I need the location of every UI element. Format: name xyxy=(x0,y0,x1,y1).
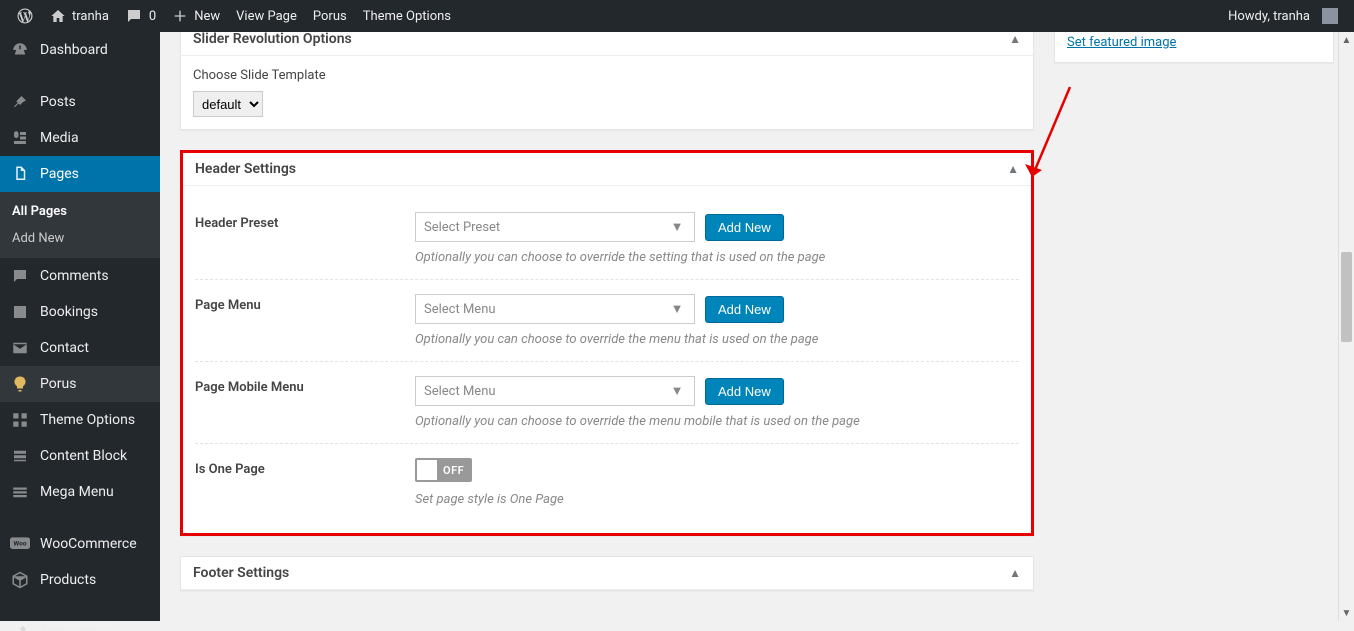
site-name[interactable]: tranha xyxy=(42,0,117,32)
sidebar-item-mega-menu[interactable]: Mega Menu xyxy=(0,474,160,510)
scrollbar-up-arrow[interactable]: ▲ xyxy=(1339,32,1354,48)
content-area: Slider Revolution Options ▲ Choose Slide… xyxy=(160,0,1354,631)
sidebar-item-media[interactable]: Media xyxy=(0,120,160,156)
new-label: New xyxy=(194,9,220,24)
chevron-down-icon: ▼ xyxy=(668,218,686,236)
howdy-label: Howdy, tranha xyxy=(1228,9,1310,24)
scrollbar-thumb[interactable] xyxy=(1341,252,1352,342)
sidebar-item-pages[interactable]: Pages xyxy=(0,156,160,192)
admin-sidebar: Dashboard Posts Media Pages All Pages Ad… xyxy=(0,32,160,621)
page-menu-label: Page Menu xyxy=(195,294,415,313)
toggle-off-label: OFF xyxy=(439,464,472,477)
set-featured-image-link[interactable]: Set featured image xyxy=(1067,35,1176,50)
one-page-desc: Set page style is One Page xyxy=(415,492,1019,507)
svg-text:Woo: Woo xyxy=(13,540,26,548)
calendar-icon xyxy=(10,302,30,322)
header-settings-header[interactable]: Header Settings ▲ xyxy=(183,153,1031,186)
submenu-all-pages[interactable]: All Pages xyxy=(0,198,160,225)
products-icon xyxy=(10,570,30,590)
plus-icon xyxy=(172,8,188,24)
chevron-down-icon: ▼ xyxy=(668,382,686,400)
sidebar-item-theme-options[interactable]: Theme Options xyxy=(0,402,160,438)
sidebar-item-products[interactable]: Products xyxy=(0,562,160,598)
mail-icon xyxy=(10,338,30,358)
collapse-icon: ▲ xyxy=(1009,32,1021,46)
page-mobile-menu-select[interactable]: Select Menu ▼ xyxy=(415,376,695,406)
collapse-icon: ▲ xyxy=(1009,566,1021,580)
pages-icon xyxy=(10,164,30,184)
one-page-toggle[interactable]: OFF xyxy=(415,458,472,482)
comments-count: 0 xyxy=(149,9,156,24)
page-menu-add-button[interactable]: Add New xyxy=(705,296,784,323)
page-menu-desc: Optionally you can choose to override th… xyxy=(415,332,1019,347)
sidebar-item-dashboard[interactable]: Dashboard xyxy=(0,32,160,68)
adminbar-theme-options[interactable]: Theme Options xyxy=(355,0,459,32)
media-icon xyxy=(10,128,30,148)
choose-slide-label: Choose Slide Template xyxy=(193,68,1021,83)
header-settings-title: Header Settings xyxy=(195,161,296,177)
pin-icon xyxy=(10,92,30,112)
is-one-page-row: Is One Page OFF Set page style is One Pa… xyxy=(195,444,1019,521)
footer-settings-box: Footer Settings ▲ xyxy=(180,556,1034,591)
comment-icon xyxy=(125,7,143,25)
header-settings-box: Header Settings ▲ Header Preset Select P… xyxy=(180,150,1034,536)
home-icon xyxy=(50,8,66,24)
grid-icon xyxy=(10,410,30,430)
page-menu-row: Page Menu Select Menu ▼ Add New Optional… xyxy=(195,280,1019,362)
wp-logo[interactable] xyxy=(8,0,42,32)
sidebar-item-bookings[interactable]: Bookings xyxy=(0,294,160,330)
footer-settings-title: Footer Settings xyxy=(193,565,289,581)
page-mobile-menu-add-button[interactable]: Add New xyxy=(705,378,784,405)
page-mobile-menu-row: Page Mobile Menu Select Menu ▼ Add New O… xyxy=(195,362,1019,444)
chevron-down-icon: ▼ xyxy=(668,300,686,318)
header-preset-row: Header Preset Select Preset ▼ Add New Op… xyxy=(195,198,1019,280)
slider-revolution-box: Slider Revolution Options ▲ Choose Slide… xyxy=(180,22,1034,130)
header-preset-add-button[interactable]: Add New xyxy=(705,214,784,241)
is-one-page-label: Is One Page xyxy=(195,458,415,477)
vertical-scrollbar[interactable]: ▲ ▼ xyxy=(1338,32,1354,621)
comments-icon xyxy=(10,266,30,286)
submenu-add-new[interactable]: Add New xyxy=(0,225,160,252)
scrollbar-down-arrow[interactable]: ▼ xyxy=(1339,605,1354,621)
slider-revolution-title: Slider Revolution Options xyxy=(193,31,352,47)
megamenu-icon xyxy=(10,482,30,502)
sidebar-item-comments[interactable]: Comments xyxy=(0,258,160,294)
new-content[interactable]: New xyxy=(164,0,228,32)
sidebar-item-content-block[interactable]: Content Block xyxy=(0,438,160,474)
sidebar-item-porus[interactable]: Porus xyxy=(0,366,160,402)
sidebar-item-woocommerce[interactable]: Woo WooCommerce xyxy=(0,526,160,562)
bulb-icon xyxy=(10,374,30,394)
my-account[interactable]: Howdy, tranha xyxy=(1220,0,1346,32)
sidebar-item-posts[interactable]: Posts xyxy=(0,84,160,120)
woo-icon: Woo xyxy=(10,534,30,554)
pages-submenu: All Pages Add New xyxy=(0,192,160,258)
page-mobile-menu-label: Page Mobile Menu xyxy=(195,376,415,395)
admin-bar: tranha 0 New View Page Porus Theme Optio… xyxy=(0,0,1354,32)
collapse-icon: ▲ xyxy=(1007,162,1019,176)
slide-template-select[interactable]: default xyxy=(193,91,263,117)
header-preset-label: Header Preset xyxy=(195,212,415,231)
site-name-label: tranha xyxy=(72,9,109,24)
sidebar-item-contact[interactable]: Contact xyxy=(0,330,160,366)
dashboard-icon xyxy=(10,40,30,60)
wordpress-icon xyxy=(16,7,34,25)
page-mobile-menu-desc: Optionally you can choose to override th… xyxy=(415,414,1019,429)
adminbar-view-page[interactable]: View Page xyxy=(228,0,305,32)
toggle-knob xyxy=(417,460,437,480)
avatar xyxy=(1322,8,1338,24)
page-menu-select[interactable]: Select Menu ▼ xyxy=(415,294,695,324)
header-preset-desc: Optionally you can choose to override th… xyxy=(415,250,1019,265)
header-preset-select[interactable]: Select Preset ▼ xyxy=(415,212,695,242)
adminbar-porus[interactable]: Porus xyxy=(305,0,355,32)
comments-bubble[interactable]: 0 xyxy=(117,0,164,32)
footer-settings-header[interactable]: Footer Settings ▲ xyxy=(181,557,1033,590)
block-icon xyxy=(10,446,30,466)
